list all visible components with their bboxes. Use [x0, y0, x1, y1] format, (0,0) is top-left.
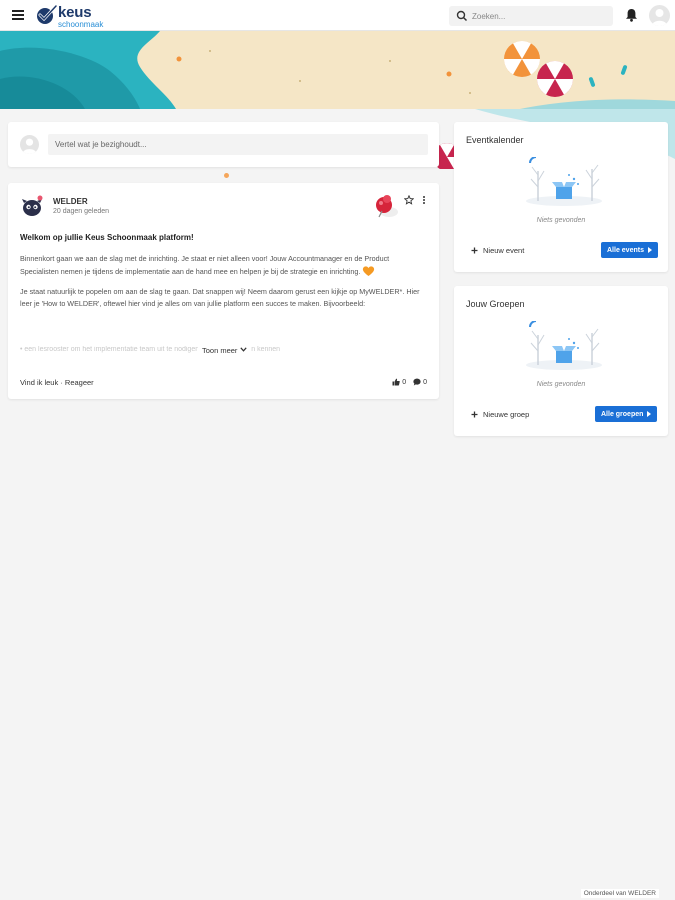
like-button[interactable]: Vind ik leuk: [20, 378, 58, 387]
post-body: Binnenkort gaan we aan de slag met de in…: [20, 253, 425, 318]
show-more-label: Toon meer: [202, 346, 238, 355]
logo-check-icon: [37, 5, 58, 24]
new-group-button[interactable]: Nieuwe groep: [471, 410, 529, 419]
post-title: Welkom op jullie Keus Schoonmaak platfor…: [20, 233, 194, 242]
star-icon[interactable]: [404, 195, 414, 205]
comment-icon: [413, 378, 421, 386]
empty-state-illustration: [526, 321, 602, 370]
chevron-down-icon: [239, 347, 247, 352]
like-count-value: 0: [402, 378, 407, 386]
search-input[interactable]: [472, 8, 607, 24]
feed-loading-dot: [224, 173, 229, 178]
orange-heart-icon: [363, 266, 375, 276]
groups-widget: Jouw Groepen Niets gevonden Nieuwe groep…: [454, 286, 668, 436]
show-more-button[interactable]: Toon meer: [198, 346, 251, 355]
caret-right-icon: [647, 247, 652, 253]
logo-text: keus: [58, 4, 92, 21]
plus-icon: [471, 411, 478, 418]
groups-widget-title: Jouw Groepen: [466, 299, 525, 309]
new-event-label: Nieuw event: [483, 246, 525, 255]
user-avatar-icon[interactable]: [649, 5, 670, 26]
top-navigation-bar: keus schoonmaak: [0, 0, 675, 31]
empty-state-illustration: [526, 157, 602, 206]
thumbs-up-icon: [392, 378, 400, 386]
new-event-button[interactable]: Nieuw event: [471, 246, 524, 255]
user-avatar-icon: [20, 135, 39, 154]
all-events-label: Alle events: [607, 246, 644, 254]
post-paragraph-2: Je staat natuurlijk te popelen om aan de…: [20, 287, 420, 308]
comment-count[interactable]: 0: [413, 378, 427, 386]
events-widget-title: Eventkalender: [466, 135, 524, 145]
post-author[interactable]: WELDER: [53, 197, 88, 206]
post-paragraph-1: Binnenkort gaan we aan de slag met de in…: [20, 254, 390, 276]
search-icon: [456, 10, 468, 22]
all-groups-button[interactable]: Alle groepen: [595, 406, 658, 422]
reply-button[interactable]: Reageer: [65, 378, 94, 387]
beach-illustration: [0, 31, 675, 109]
groups-empty-text: Niets gevonden: [536, 381, 586, 388]
comment-count-value: 0: [423, 378, 427, 386]
all-groups-label: Alle groepen: [601, 410, 644, 418]
header-banner: [0, 31, 675, 109]
search-box[interactable]: [449, 6, 613, 26]
post-actions: Vind ik leuk · Reageer: [20, 378, 94, 387]
avatar-silhouette-icon: [22, 138, 37, 154]
caret-right-icon: [647, 411, 652, 417]
more-options-icon[interactable]: [422, 196, 426, 206]
compose-input[interactable]: Vertel wat je bezighoudt...: [48, 134, 428, 155]
post-counts: 0 0: [392, 378, 427, 386]
pin-icon: [376, 195, 398, 218]
logo-subtext: schoonmaak: [58, 20, 104, 29]
like-count[interactable]: 0: [392, 378, 406, 386]
events-widget: Eventkalender Niets gevonden Nieuw event…: [454, 122, 668, 272]
powered-by-link[interactable]: Onderdeel van WELDER: [580, 889, 659, 898]
post-timestamp: 20 dagen geleden: [53, 208, 110, 215]
new-group-label: Nieuwe groep: [483, 410, 530, 419]
post-card: WELDER 20 dagen geleden Welkom op jullie…: [8, 183, 439, 399]
bell-icon[interactable]: [625, 8, 638, 22]
welder-mascot-avatar[interactable]: [20, 194, 44, 218]
events-empty-text: Niets gevonden: [536, 217, 586, 224]
plus-icon: [471, 247, 478, 254]
hamburger-icon[interactable]: [12, 10, 24, 20]
all-events-button[interactable]: Alle events: [601, 242, 658, 258]
compose-post-card: Vertel wat je bezighoudt...: [8, 122, 439, 167]
avatar-silhouette-icon: [652, 9, 667, 26]
action-separator: ·: [60, 378, 63, 387]
company-logo[interactable]: keus schoonmaak: [36, 3, 116, 29]
